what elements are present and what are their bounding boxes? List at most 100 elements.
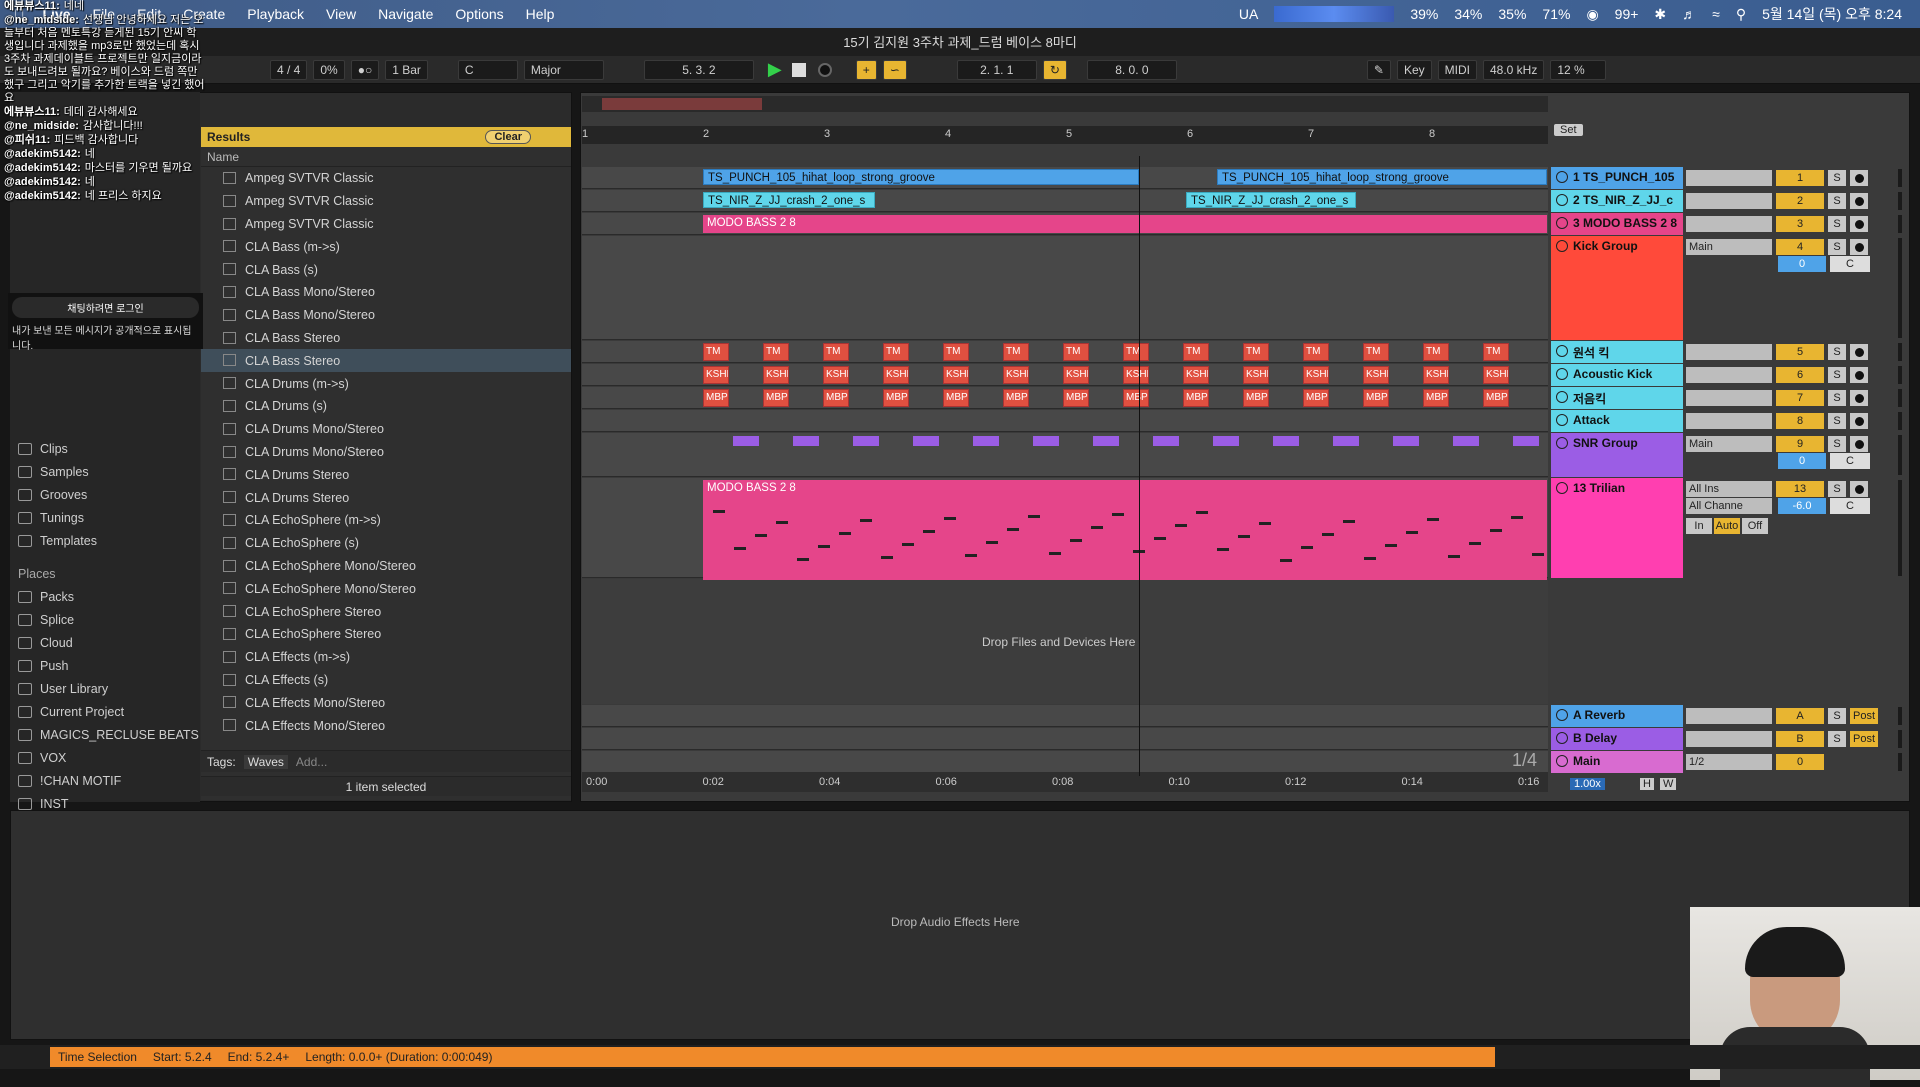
pan-field[interactable]: C [1830, 498, 1870, 514]
track-activator[interactable]: 9 [1776, 436, 1824, 452]
h-button[interactable]: H [1640, 778, 1654, 790]
midi-note[interactable] [902, 543, 914, 546]
track-io-select[interactable] [1686, 216, 1772, 232]
arm-button[interactable] [1850, 481, 1868, 497]
track-io-select[interactable] [1686, 193, 1772, 209]
drum-clip[interactable]: KSHI [823, 366, 849, 384]
track-fold-icon[interactable] [1556, 709, 1568, 721]
result-item[interactable]: CLA Drums Mono/Stereo [201, 418, 571, 441]
metronome-button[interactable]: ●○ [350, 59, 380, 80]
track-fold-icon[interactable] [1556, 732, 1568, 744]
track-io-select[interactable] [1686, 708, 1772, 724]
clock[interactable]: 5월 14일 (목) 오후 8:24 [1762, 4, 1902, 24]
post-button[interactable]: Post [1850, 708, 1878, 724]
play-button[interactable]: ▶ [768, 59, 782, 80]
track-header[interactable]: A Reverb [1551, 705, 1683, 727]
clip[interactable]: TS_NIR_Z_JJ_crash_2_one_s [1186, 192, 1356, 208]
track-io-select[interactable] [1686, 731, 1772, 747]
result-item[interactable]: CLA Bass Mono/Stereo [201, 304, 571, 327]
solo-button[interactable]: S [1828, 193, 1846, 209]
volume-field[interactable]: 0 [1778, 453, 1826, 469]
snare-clip[interactable] [1393, 436, 1419, 446]
midi-note[interactable] [1007, 528, 1019, 531]
track-fold-icon[interactable] [1556, 368, 1568, 380]
place-item[interactable]: MAGICS_RECLUSE BEATS [10, 723, 200, 746]
arm-button[interactable] [1850, 216, 1868, 232]
channel-select[interactable]: All Channe [1686, 498, 1772, 514]
midi-note[interactable] [1448, 555, 1460, 558]
arm-button[interactable] [1850, 344, 1868, 360]
track-activator[interactable]: 5 [1776, 344, 1824, 360]
snare-clip[interactable] [1033, 436, 1059, 446]
monitor-button[interactable]: In [1686, 518, 1712, 534]
solo-button[interactable]: S [1828, 390, 1846, 406]
drum-clip[interactable]: KSHI [1003, 366, 1029, 384]
solo-button[interactable]: S [1828, 413, 1846, 429]
track-activator[interactable]: 6 [1776, 367, 1824, 383]
arm-button[interactable] [1850, 436, 1868, 452]
midi-note[interactable] [881, 556, 893, 559]
sidebar-item-samples[interactable]: Samples [10, 460, 200, 483]
midi-note[interactable] [776, 521, 788, 524]
tag-chip[interactable]: Waves [243, 754, 288, 769]
pan-field[interactable]: C [1830, 256, 1870, 272]
pan-field[interactable]: C [1830, 453, 1870, 469]
track-lane[interactable] [582, 705, 1548, 727]
track-io-select[interactable]: Main [1686, 436, 1772, 452]
drum-clip[interactable]: KSHI [1123, 366, 1149, 384]
result-item[interactable]: CLA Drums Mono/Stereo [201, 441, 571, 464]
result-item[interactable]: CLA Effects (s) [201, 669, 571, 692]
drum-clip[interactable]: MBP [823, 389, 849, 407]
track-lane[interactable] [582, 751, 1548, 773]
track-header[interactable]: Acoustic Kick [1551, 364, 1683, 386]
loop-length[interactable]: 8. 0. 0 [1086, 59, 1177, 80]
midi-note[interactable] [1217, 548, 1229, 551]
midi-note[interactable] [797, 558, 809, 561]
loop-button[interactable]: ↻ [1042, 59, 1067, 80]
volume-field[interactable]: 0 [1778, 256, 1826, 272]
result-item[interactable]: CLA EchoSphere (s) [201, 532, 571, 555]
drum-clip[interactable]: KSHI [1363, 366, 1389, 384]
drum-clip[interactable]: MBP [1303, 389, 1329, 407]
place-item[interactable]: Splice [10, 608, 200, 631]
solo-button[interactable]: S [1828, 708, 1846, 724]
drum-clip[interactable]: TM [943, 343, 969, 361]
midi-note[interactable] [986, 541, 998, 544]
key-select[interactable]: C [457, 59, 518, 80]
snare-clip[interactable] [1453, 436, 1479, 446]
midi-note[interactable] [923, 530, 935, 533]
add-tag-button[interactable]: Add... [296, 755, 327, 769]
solo-button[interactable]: S [1828, 436, 1846, 452]
snare-clip[interactable] [853, 436, 879, 446]
automation-arm-button[interactable]: ∽ [882, 59, 907, 80]
result-item[interactable]: CLA Bass Stereo [201, 349, 571, 373]
track-activator[interactable]: 0 [1776, 754, 1824, 770]
clip[interactable]: TS_PUNCH_105_hihat_loop_strong_groove [703, 169, 1139, 185]
drum-clip[interactable]: KSHI [1303, 366, 1329, 384]
track-header[interactable]: SNR Group [1551, 433, 1683, 477]
drum-clip[interactable]: KSHI [1183, 366, 1209, 384]
midi-note[interactable] [1175, 524, 1187, 527]
midi-note[interactable] [1343, 520, 1355, 523]
track-io-select[interactable]: Main [1686, 239, 1772, 255]
midi-note[interactable] [860, 519, 872, 522]
clear-button[interactable]: Clear [485, 130, 531, 144]
drum-clip[interactable]: KSHI [1423, 366, 1449, 384]
snare-clip[interactable] [1213, 436, 1239, 446]
midi-note[interactable] [1154, 537, 1166, 540]
result-item[interactable]: CLA Bass Mono/Stereo [201, 281, 571, 304]
drum-clip[interactable]: TM [1363, 343, 1389, 361]
solo-button[interactable]: S [1828, 239, 1846, 255]
track-header[interactable]: 원석 킥 [1551, 341, 1683, 363]
result-item[interactable]: CLA Effects Mono/Stereo [201, 691, 571, 714]
midi-note[interactable] [1238, 535, 1250, 538]
arm-button[interactable] [1850, 367, 1868, 383]
track-io-select[interactable]: 1/2 [1686, 754, 1772, 770]
key-map-button[interactable]: Key [1396, 59, 1432, 80]
result-item[interactable]: CLA Effects Mono/Stereo [201, 714, 571, 737]
track-io-select[interactable]: All Ins [1686, 481, 1772, 497]
track-activator[interactable]: 1 [1776, 170, 1824, 186]
result-item[interactable]: CLA Drums Stereo [201, 486, 571, 509]
arm-button[interactable] [1850, 413, 1868, 429]
snare-clip[interactable] [1093, 436, 1119, 446]
